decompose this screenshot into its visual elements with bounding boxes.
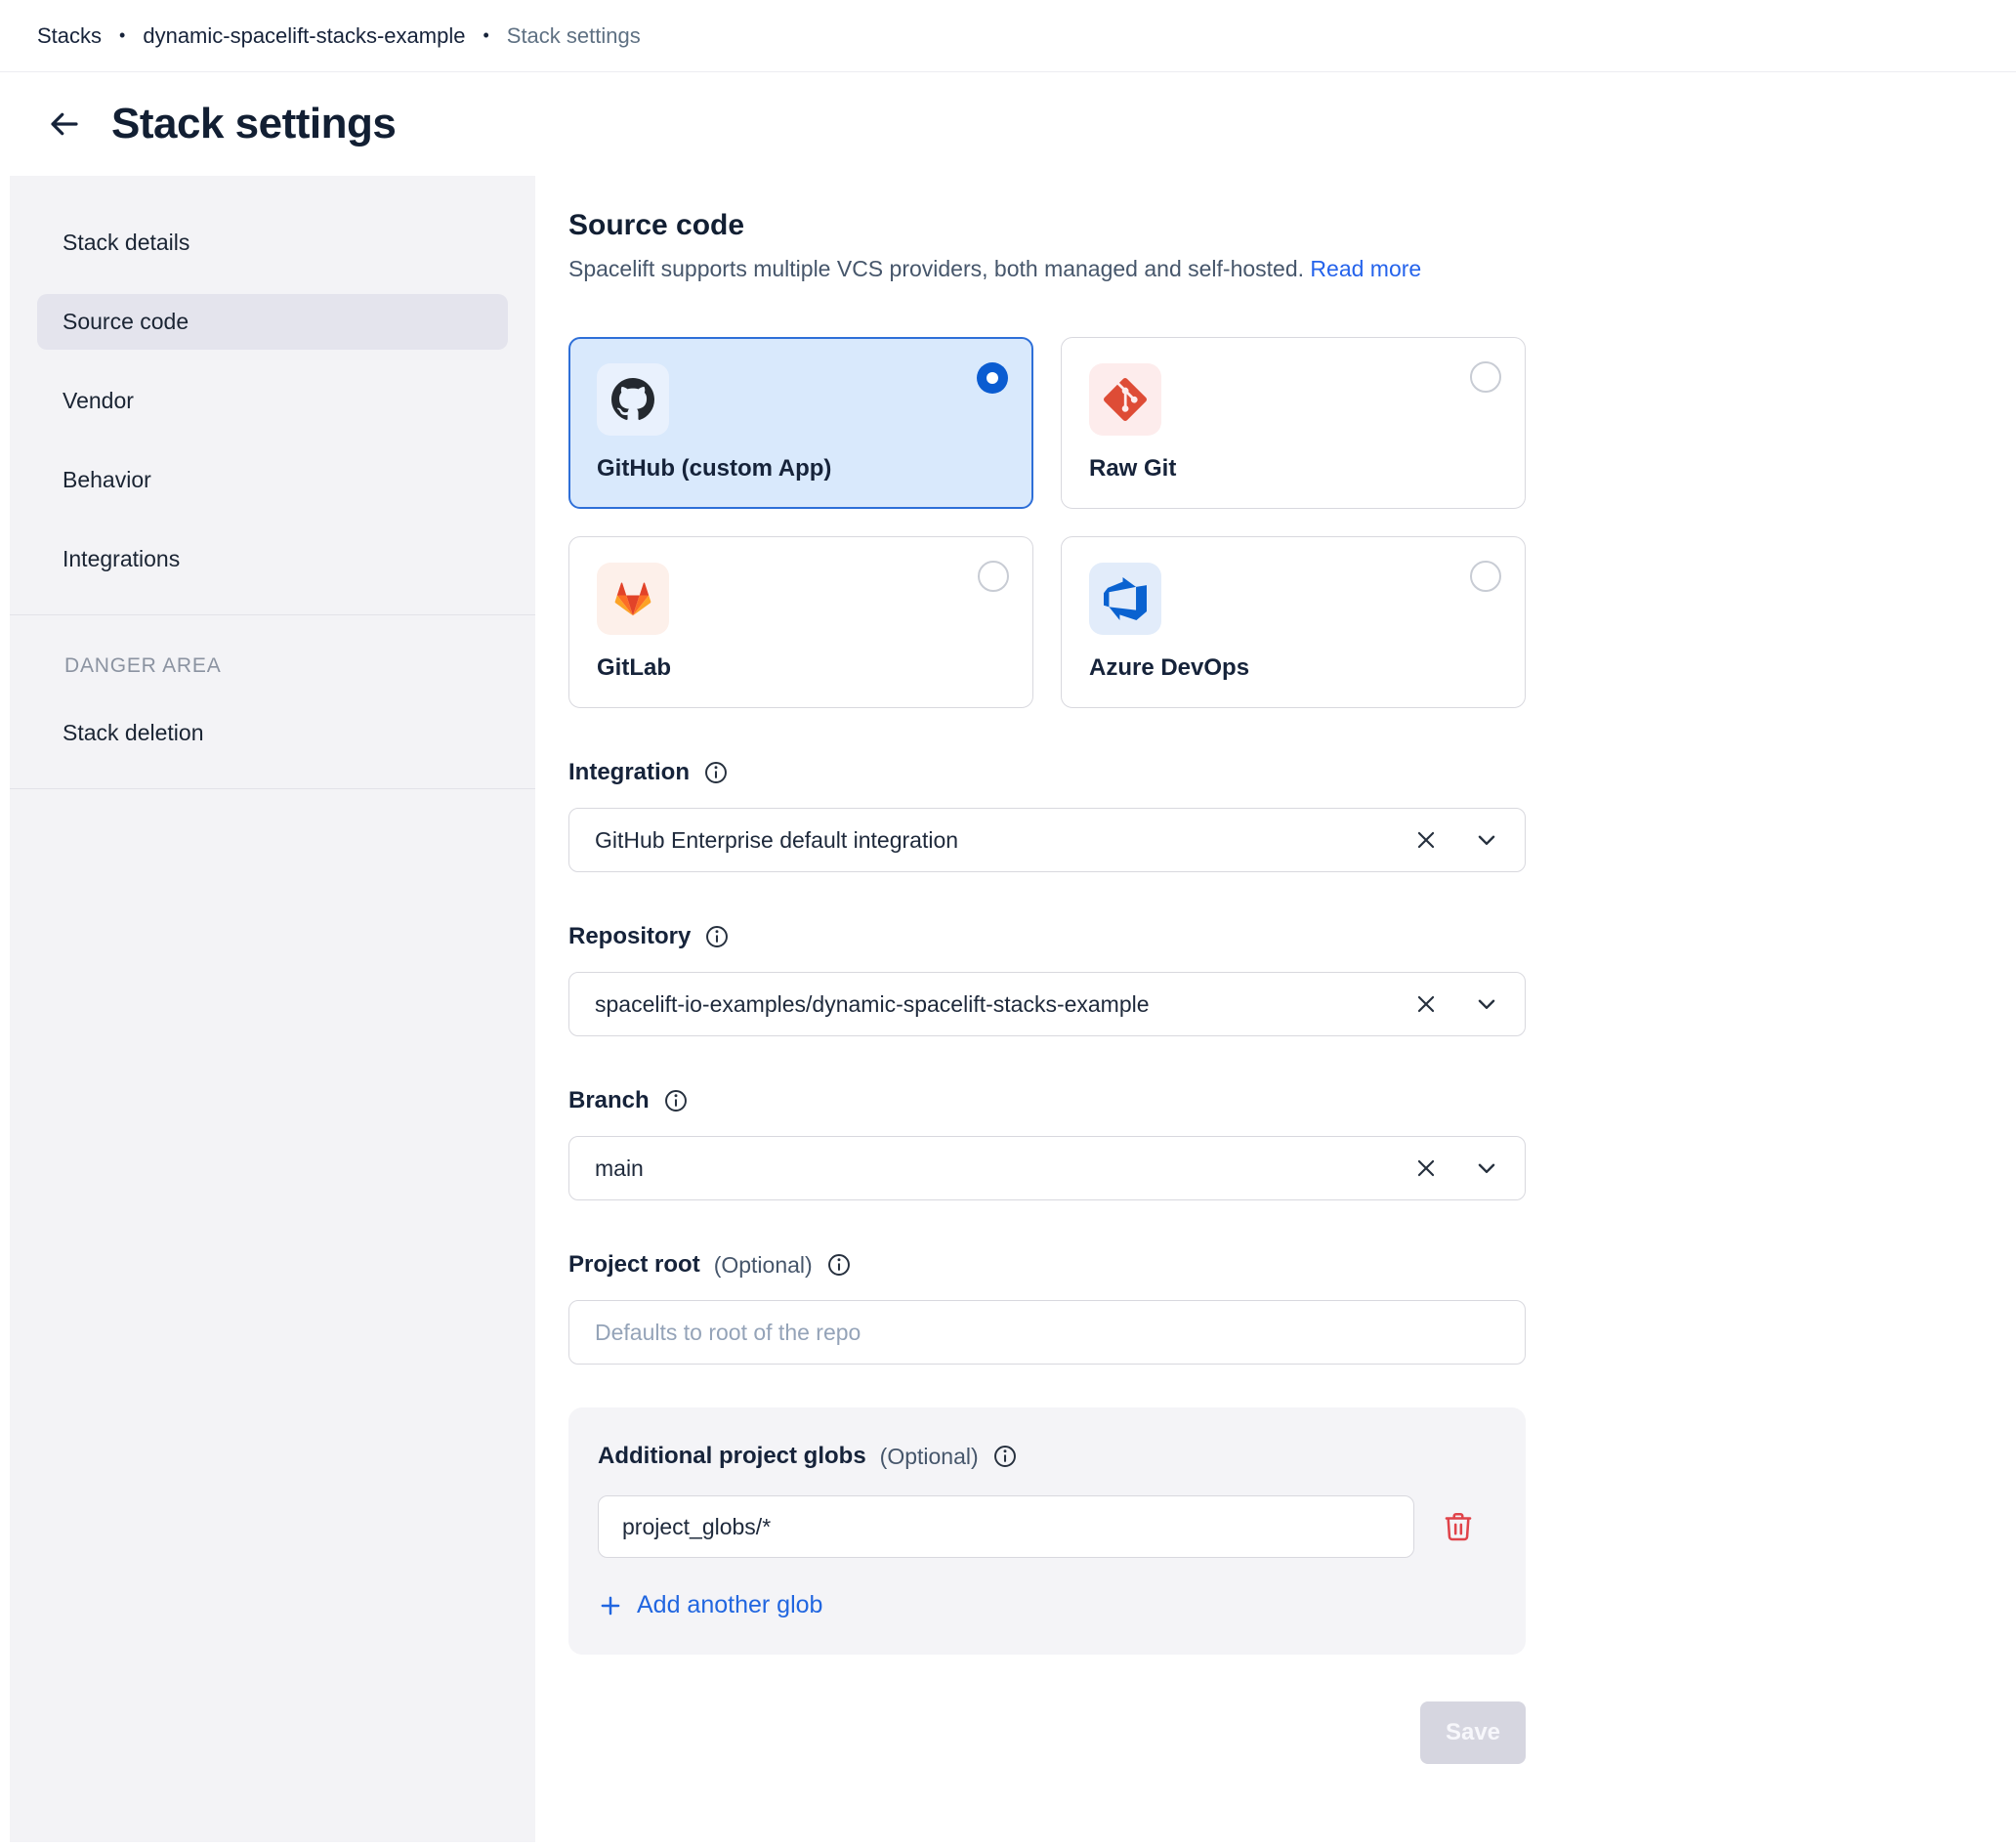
project-root-field: Project root (Optional) xyxy=(568,1251,1526,1365)
add-glob-button[interactable]: Add another glob xyxy=(598,1591,822,1619)
github-icon xyxy=(597,363,669,436)
sidebar-divider xyxy=(10,788,535,789)
provider-label: Azure DevOps xyxy=(1089,654,1249,682)
save-button[interactable]: Save xyxy=(1420,1701,1526,1764)
provider-card-github[interactable]: GitHub (custom App) xyxy=(568,337,1033,509)
info-icon[interactable] xyxy=(703,760,729,785)
read-more-link[interactable]: Read more xyxy=(1310,256,1421,281)
sidebar-item-source-code[interactable]: Source code xyxy=(37,294,508,350)
glob-row xyxy=(598,1495,1498,1558)
repository-value: spacelift-io-examples/dynamic-spacelift-… xyxy=(595,991,1150,1018)
x-icon xyxy=(1413,827,1439,853)
info-icon[interactable] xyxy=(992,1444,1018,1469)
repository-expand-button[interactable] xyxy=(1474,991,1499,1017)
git-icon xyxy=(1089,363,1161,436)
provider-label: Raw Git xyxy=(1089,455,1176,483)
breadcrumb-separator: • xyxy=(119,25,125,46)
provider-card-gitlab[interactable]: GitLab xyxy=(568,536,1033,708)
vcs-provider-grid: GitHub (custom App) Raw Git xyxy=(568,337,1526,708)
branch-clear-button[interactable] xyxy=(1413,1155,1439,1181)
repository-label: Repository xyxy=(568,923,691,950)
globs-optional: (Optional) xyxy=(880,1444,979,1470)
x-icon xyxy=(1413,1155,1439,1181)
info-icon[interactable] xyxy=(663,1088,689,1113)
integration-label: Integration xyxy=(568,759,690,786)
section-title: Source code xyxy=(568,209,1526,242)
provider-radio-gitlab[interactable] xyxy=(978,561,1009,592)
breadcrumb-separator: • xyxy=(483,25,488,46)
repository-clear-button[interactable] xyxy=(1413,991,1439,1017)
project-globs-panel: Additional project globs (Optional) xyxy=(568,1407,1526,1655)
integration-expand-button[interactable] xyxy=(1474,827,1499,853)
sidebar-item-integrations[interactable]: Integrations xyxy=(37,531,508,587)
project-root-optional: (Optional) xyxy=(714,1252,813,1279)
plus-icon xyxy=(598,1593,623,1618)
provider-radio-azure-devops[interactable] xyxy=(1470,561,1501,592)
glob-input[interactable] xyxy=(598,1495,1414,1558)
section-description: Spacelift supports multiple VCS provider… xyxy=(568,256,1526,282)
provider-radio-github[interactable] xyxy=(977,362,1008,394)
save-row: Save xyxy=(568,1701,1526,1764)
provider-card-azure-devops[interactable]: Azure DevOps xyxy=(1061,536,1526,708)
arrow-left-icon xyxy=(47,106,82,142)
branch-value: main xyxy=(595,1155,644,1182)
provider-radio-raw-git[interactable] xyxy=(1470,361,1501,393)
chevron-down-icon xyxy=(1474,991,1499,1017)
sidebar-item-vendor[interactable]: Vendor xyxy=(37,373,508,429)
integration-clear-button[interactable] xyxy=(1413,827,1439,853)
layout: Stack details Source code Vendor Behavio… xyxy=(0,176,2016,1842)
chevron-down-icon xyxy=(1474,827,1499,853)
breadcrumb-current: Stack settings xyxy=(507,23,641,49)
x-icon xyxy=(1413,991,1439,1017)
breadcrumb-stacks[interactable]: Stacks xyxy=(37,23,102,49)
sidebar-item-stack-details[interactable]: Stack details xyxy=(37,215,508,271)
breadcrumb: Stacks • dynamic-spacelift-stacks-exampl… xyxy=(0,0,2016,72)
page-header: Stack settings xyxy=(0,72,2016,176)
branch-label: Branch xyxy=(568,1087,650,1114)
provider-label: GitLab xyxy=(597,654,671,682)
delete-glob-button[interactable] xyxy=(1442,1510,1475,1543)
sidebar-item-stack-deletion[interactable]: Stack deletion xyxy=(37,705,508,761)
azure-devops-icon xyxy=(1089,563,1161,635)
settings-sidebar: Stack details Source code Vendor Behavio… xyxy=(10,176,535,1842)
page-title: Stack settings xyxy=(111,100,396,148)
add-glob-label: Add another glob xyxy=(637,1591,822,1619)
integration-value: GitHub Enterprise default integration xyxy=(595,827,958,854)
main-content: Source code Spacelift supports multiple … xyxy=(535,176,2016,1842)
info-icon[interactable] xyxy=(826,1252,852,1278)
branch-select[interactable]: main xyxy=(568,1136,1526,1200)
danger-area-heading: DANGER AREA xyxy=(10,615,535,705)
integration-select[interactable]: GitHub Enterprise default integration xyxy=(568,808,1526,872)
project-root-input[interactable] xyxy=(568,1300,1526,1365)
sidebar-item-behavior[interactable]: Behavior xyxy=(37,452,508,508)
section-description-text: Spacelift supports multiple VCS provider… xyxy=(568,256,1304,281)
repository-field: Repository spacelift-io-examples/dynamic… xyxy=(568,923,1526,1036)
back-button[interactable] xyxy=(43,103,86,146)
stack-settings-page: Stacks • dynamic-spacelift-stacks-exampl… xyxy=(0,0,2016,1842)
breadcrumb-stack-name[interactable]: dynamic-spacelift-stacks-example xyxy=(143,23,465,49)
provider-card-raw-git[interactable]: Raw Git xyxy=(1061,337,1526,509)
provider-label: GitHub (custom App) xyxy=(597,455,831,483)
project-root-label: Project root xyxy=(568,1251,700,1279)
globs-label: Additional project globs xyxy=(598,1443,866,1470)
branch-field: Branch main xyxy=(568,1087,1526,1200)
repository-select[interactable]: spacelift-io-examples/dynamic-spacelift-… xyxy=(568,972,1526,1036)
chevron-down-icon xyxy=(1474,1155,1499,1181)
trash-icon xyxy=(1442,1510,1475,1543)
integration-field: Integration GitHub Enterprise default in… xyxy=(568,759,1526,872)
info-icon[interactable] xyxy=(704,924,730,949)
branch-expand-button[interactable] xyxy=(1474,1155,1499,1181)
gitlab-icon xyxy=(597,563,669,635)
